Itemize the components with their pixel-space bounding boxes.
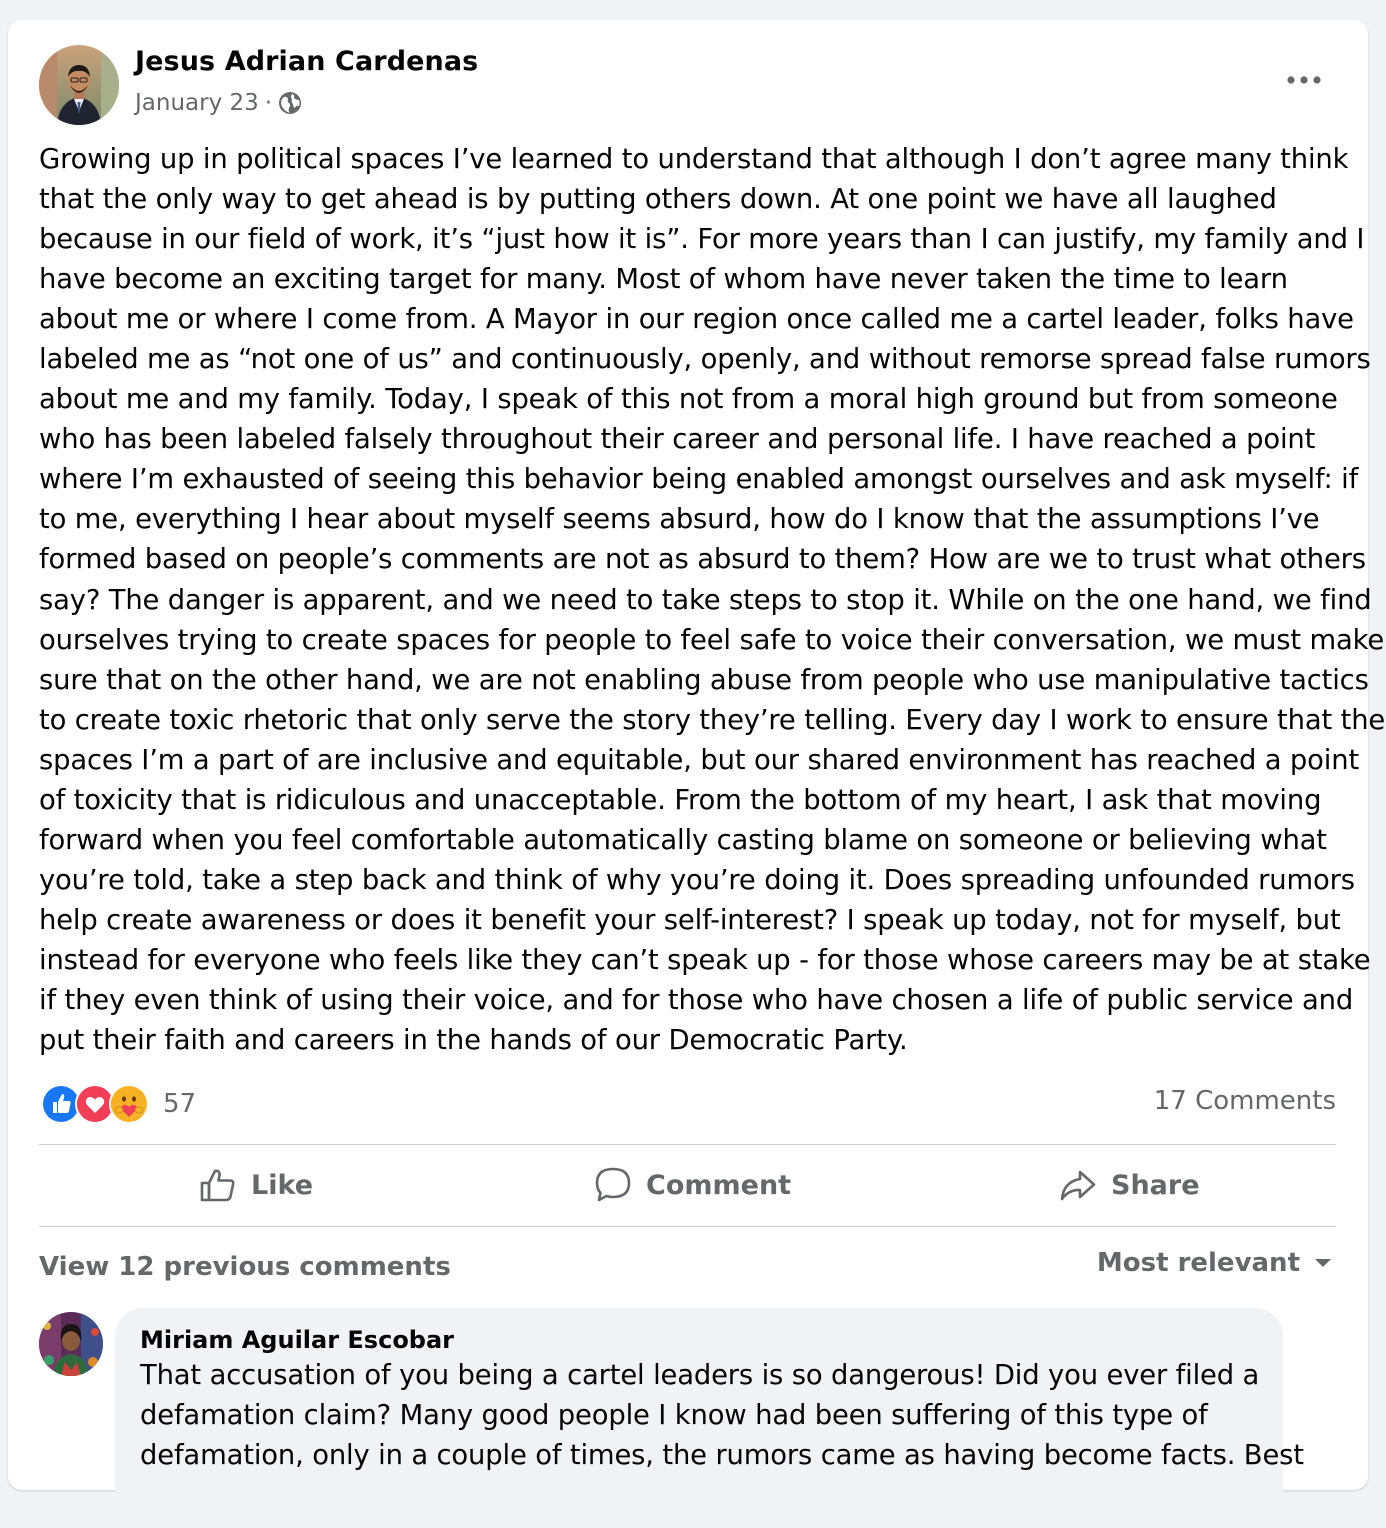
post-author-name[interactable]: Jesus Adrian Cardenas: [135, 46, 478, 77]
post-text-line: because in our field of work, it’s “just…: [39, 224, 1365, 256]
thumbs-up-icon: [200, 1169, 235, 1202]
post-text-line: have become an exciting target for many.…: [39, 264, 1288, 296]
meta-separator: ·: [264, 90, 273, 116]
post-text-line: say? The danger is apparent, and we need…: [39, 584, 1372, 616]
comment-button[interactable]: Comment: [594, 1145, 791, 1225]
post-text-line: if they even think of using their voice,…: [39, 984, 1354, 1016]
author-avatar[interactable]: [39, 45, 119, 125]
comment-bubble-icon: [595, 1167, 631, 1202]
reactions-summary[interactable]: 57: [41, 1084, 197, 1124]
post-text-line: forward when you feel comfortable automa…: [39, 824, 1327, 856]
comment-button-label: Comment: [646, 1169, 792, 1201]
post-date[interactable]: January 23: [135, 90, 259, 116]
more-options-icon: [1287, 76, 1321, 84]
comment-bubble: Miriam Aguilar Escobar That accusation o…: [115, 1308, 1304, 1528]
care-reaction-icon: [109, 1084, 149, 1124]
comment-text: That accusation of you being a cartel le…: [140, 1356, 1304, 1476]
post-text-line: Growing up in political spaces I’ve lear…: [39, 144, 1349, 175]
post-text-line: about me and my family. Today, I speak o…: [39, 384, 1338, 416]
post-card: Jesus Adrian Cardenas January 23 · Growi…: [8, 20, 1386, 1528]
reactions-count: 57: [163, 1089, 197, 1119]
post-text-line: help create awareness or does it benefit…: [39, 904, 1341, 936]
globe-icon: [278, 91, 302, 115]
post-text-line: where I’m exhausted of seeing this behav…: [39, 464, 1359, 496]
divider-bottom: [39, 1226, 1336, 1227]
post-text-line: of toxicity that is ridiculous and unacc…: [39, 784, 1322, 816]
share-button-label: Share: [1111, 1169, 1200, 1201]
post-text: Growing up in political spaces I’ve lear…: [39, 140, 1386, 1061]
like-button-label: Like: [251, 1169, 314, 1201]
more-options-button[interactable]: [1284, 66, 1324, 94]
post-text-line: instead for everyone who feels like they…: [39, 944, 1371, 976]
post-text-line: who has been labeled falsely throughout …: [39, 424, 1316, 456]
post-text-line: that the only way to get ahead is by put…: [39, 184, 1277, 216]
comment-text-line: defamation, only in a couple of times, t…: [140, 1440, 1304, 1471]
commenter-avatar[interactable]: [39, 1312, 103, 1376]
post-action-bar: Like Comment Share: [39, 1145, 1336, 1225]
comments-count-link[interactable]: 17 Comments: [1154, 1086, 1336, 1116]
post-text-line: you’re told, take a step back and think …: [39, 864, 1355, 896]
post-text-line: to me, everything I hear about myself se…: [39, 504, 1320, 536]
comment-text-line: defamation claim? Many good people I kno…: [140, 1400, 1208, 1431]
comment-sort-label: Most relevant: [1096, 1248, 1300, 1278]
post-meta: January 23 ·: [135, 90, 302, 116]
post-text-line: labeled me as “not one of us” and contin…: [39, 344, 1371, 376]
post-text-line: sure that on the other hand, we are not …: [39, 664, 1369, 696]
post-text-line: ourselves trying to create spaces for pe…: [39, 624, 1385, 656]
view-previous-comments-link[interactable]: View 12 previous comments: [39, 1252, 451, 1282]
post-text-line: spaces I’m a part of are inclusive and e…: [39, 744, 1360, 776]
share-button[interactable]: Share: [1059, 1145, 1200, 1225]
comment-sort-dropdown[interactable]: Most relevant: [1097, 1248, 1332, 1278]
post-text-line: formed based on people’s comments are no…: [39, 544, 1366, 576]
comment-text-line: That accusation of you being a cartel le…: [140, 1360, 1260, 1391]
post-text-line: about me or where I come from. A Mayor i…: [39, 304, 1354, 336]
like-button[interactable]: Like: [199, 1145, 313, 1225]
post-text-line: to create toxic rhetoric that only serve…: [39, 704, 1386, 736]
chevron-down-icon: [1315, 1259, 1331, 1267]
post-text-line: put their faith and careers in the hands…: [39, 1025, 908, 1057]
share-arrow-icon: [1060, 1170, 1096, 1201]
commenter-name[interactable]: Miriam Aguilar Escobar: [140, 1326, 454, 1354]
